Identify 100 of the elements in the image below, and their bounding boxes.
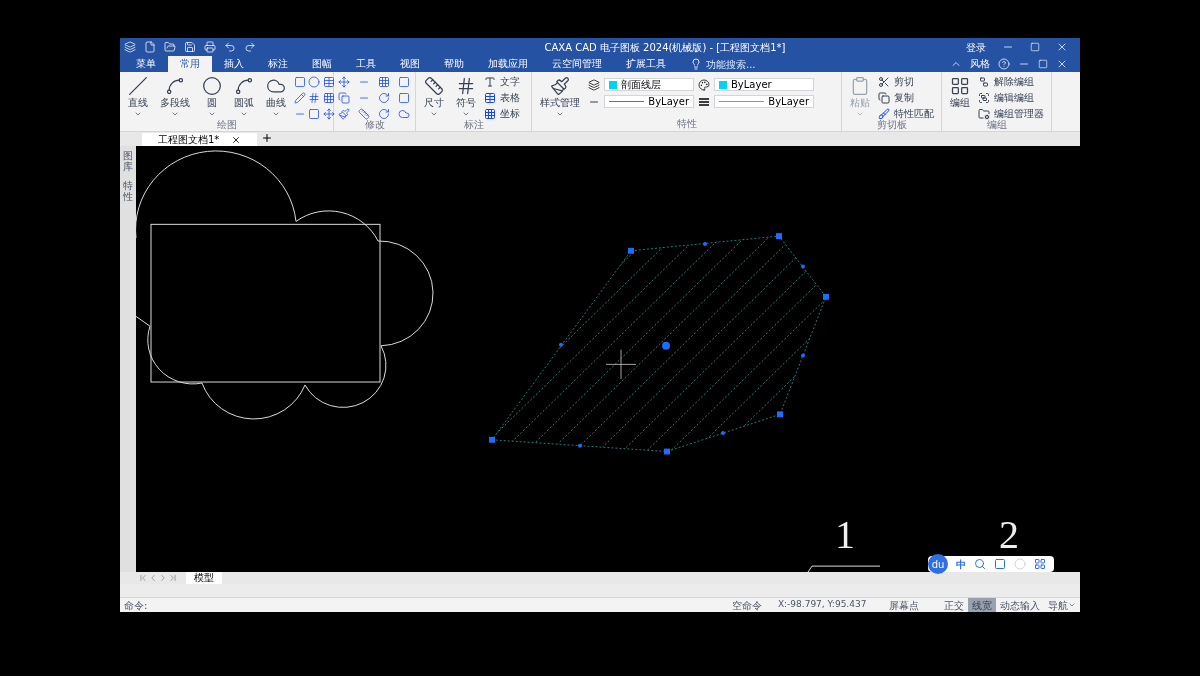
modify-small-icon[interactable] — [338, 108, 350, 120]
new-tab-icon[interactable] — [261, 132, 274, 144]
ime-logo[interactable]: du — [928, 554, 948, 574]
color-wheel-icon[interactable] — [698, 78, 710, 91]
close-icon[interactable] — [231, 134, 242, 145]
draw-tool-button[interactable]: 圆 — [198, 76, 226, 118]
draw-small-icon[interactable] — [322, 108, 335, 120]
search-field[interactable]: 功能搜索... — [690, 56, 756, 72]
clipboard-tool-button[interactable]: 复制 — [878, 92, 934, 104]
menu-tab[interactable]: 云空间管理 — [540, 56, 614, 72]
input-mode-toggle[interactable]: 中 — [956, 556, 966, 572]
menu-tab[interactable]: 帮助 — [432, 56, 476, 72]
layout-tab[interactable]: 模型 — [186, 572, 222, 584]
group-tool-button[interactable]: 编组管理器 — [978, 108, 1044, 120]
modify-small-icon[interactable] — [398, 108, 410, 120]
grip-point[interactable] — [664, 448, 670, 455]
menu-tab[interactable]: 菜单 — [124, 56, 168, 72]
clipboard-icon — [850, 76, 870, 96]
clipboard-tool-button[interactable]: 剪切 — [878, 76, 934, 88]
annotate-tool-button[interactable]: 表格 — [484, 92, 520, 104]
status-toggle[interactable]: 动态输入 — [996, 598, 1044, 612]
modify-small-icon[interactable] — [398, 76, 410, 88]
midpoint-grip[interactable] — [801, 264, 805, 269]
lineweight-icon[interactable] — [698, 95, 710, 108]
side-panel-tab[interactable]: 特性 — [123, 180, 133, 202]
circle-icon — [202, 76, 222, 96]
group-tool-button[interactable]: 编辑编组 — [978, 92, 1044, 104]
grip-point[interactable] — [628, 247, 634, 254]
draw-tool-button[interactable]: 圆弧 — [230, 76, 258, 118]
menu-tab[interactable]: 插入 — [212, 56, 256, 72]
ime-toolbar[interactable]: du 中 — [928, 556, 1054, 572]
midpoint-grip[interactable] — [578, 443, 582, 448]
midpoint-grip[interactable] — [703, 241, 707, 246]
style-manager-button[interactable]: 样式管理 — [536, 76, 584, 118]
draw-small-icon[interactable] — [322, 76, 335, 88]
status-toggle[interactable]: 正交 — [940, 598, 968, 612]
modify-small-icon[interactable] — [378, 92, 390, 104]
menu-tab[interactable]: 扩展工具 — [614, 56, 678, 72]
color-dropdown[interactable]: ByLayer — [714, 78, 814, 91]
command-prompt[interactable]: 命令: — [120, 597, 732, 613]
midpoint-grip[interactable] — [801, 353, 805, 358]
layer-icon[interactable] — [588, 78, 600, 91]
edit-group-icon — [978, 92, 990, 104]
drawing-canvas[interactable]: 1 2 du 中 — [136, 146, 1080, 572]
menu-tab[interactable]: 工具 — [344, 56, 388, 72]
side-panel-tab[interactable]: 图库 — [123, 150, 133, 172]
modify-small-icon[interactable] — [378, 108, 390, 120]
dimension-tool-button[interactable]: 尺寸 — [420, 76, 448, 118]
draw-tool-button[interactable]: 多段线 — [156, 76, 194, 118]
modify-small-icon[interactable] — [398, 92, 410, 104]
caret-icon — [272, 110, 280, 118]
folder-icon[interactable] — [164, 41, 176, 53]
center-grip[interactable] — [662, 341, 670, 350]
menu-tab[interactable]: 加载应用 — [476, 56, 540, 72]
menu-tab[interactable]: 图幅 — [300, 56, 344, 72]
redo-icon[interactable] — [244, 41, 256, 53]
annotate-tool-button[interactable]: 文字 — [484, 76, 520, 88]
snap-mode[interactable]: 屏幕点 — [889, 597, 940, 613]
linetype-dropdown[interactable]: ByLayer — [604, 95, 694, 108]
midpoint-grip[interactable] — [721, 431, 725, 435]
draw-small-icon[interactable] — [294, 76, 306, 88]
grip-point[interactable] — [489, 436, 495, 443]
new-file-icon[interactable] — [144, 41, 156, 53]
grip-point[interactable] — [823, 293, 829, 300]
modify-small-icon[interactable] — [378, 76, 390, 88]
help-icon[interactable] — [998, 58, 1010, 70]
save-icon[interactable] — [184, 41, 196, 53]
navigation-menu[interactable]: 导航 — [1044, 597, 1076, 613]
symbol-tool-button[interactable]: 符号 — [452, 76, 480, 118]
draw-small-icon[interactable] — [308, 76, 321, 88]
printer-icon[interactable] — [204, 41, 216, 53]
command-status: 空命令 — [731, 598, 763, 613]
group-tool-button[interactable]: 解除编组 — [978, 76, 1044, 88]
group-button[interactable]: 编组 — [946, 76, 974, 108]
layer-dropdown[interactable]: 剖面线层 — [604, 78, 694, 91]
app-logo-icon[interactable] — [124, 41, 136, 53]
status-toggle[interactable]: 线宽 — [968, 598, 996, 612]
grip-point[interactable] — [776, 233, 782, 240]
grip-point[interactable] — [777, 411, 783, 418]
undo-icon[interactable] — [224, 41, 236, 53]
document-tab[interactable]: 工程图文档1* — [142, 133, 258, 146]
modify-small-icon[interactable] — [338, 92, 350, 104]
annotate-tool-button[interactable]: 坐标 — [484, 108, 520, 120]
draw-tool-button[interactable]: 曲线 — [262, 76, 290, 118]
style-menu[interactable]: 风格 — [970, 59, 990, 69]
menu-tab[interactable]: 标注 — [256, 56, 300, 72]
draw-tool-button[interactable]: 直线 — [124, 76, 152, 118]
clipboard-tool-button[interactable]: 特性匹配 — [878, 108, 934, 120]
draw-small-icon[interactable] — [294, 92, 306, 104]
draw-small-icon[interactable] — [308, 92, 321, 104]
menu-tab[interactable]: 常用 — [168, 56, 212, 72]
draw-small-icon[interactable] — [308, 108, 321, 120]
midpoint-grip[interactable] — [559, 342, 563, 347]
menu-tab[interactable]: 视图 — [388, 56, 432, 72]
modify-small-icon[interactable] — [358, 108, 370, 120]
login-link[interactable]: 登录 — [966, 39, 986, 55]
apps-icon[interactable] — [1034, 558, 1046, 570]
lineweight-dropdown[interactable]: ByLayer — [714, 95, 814, 108]
draw-small-icon[interactable] — [322, 92, 335, 104]
modify-small-icon[interactable] — [338, 76, 350, 88]
